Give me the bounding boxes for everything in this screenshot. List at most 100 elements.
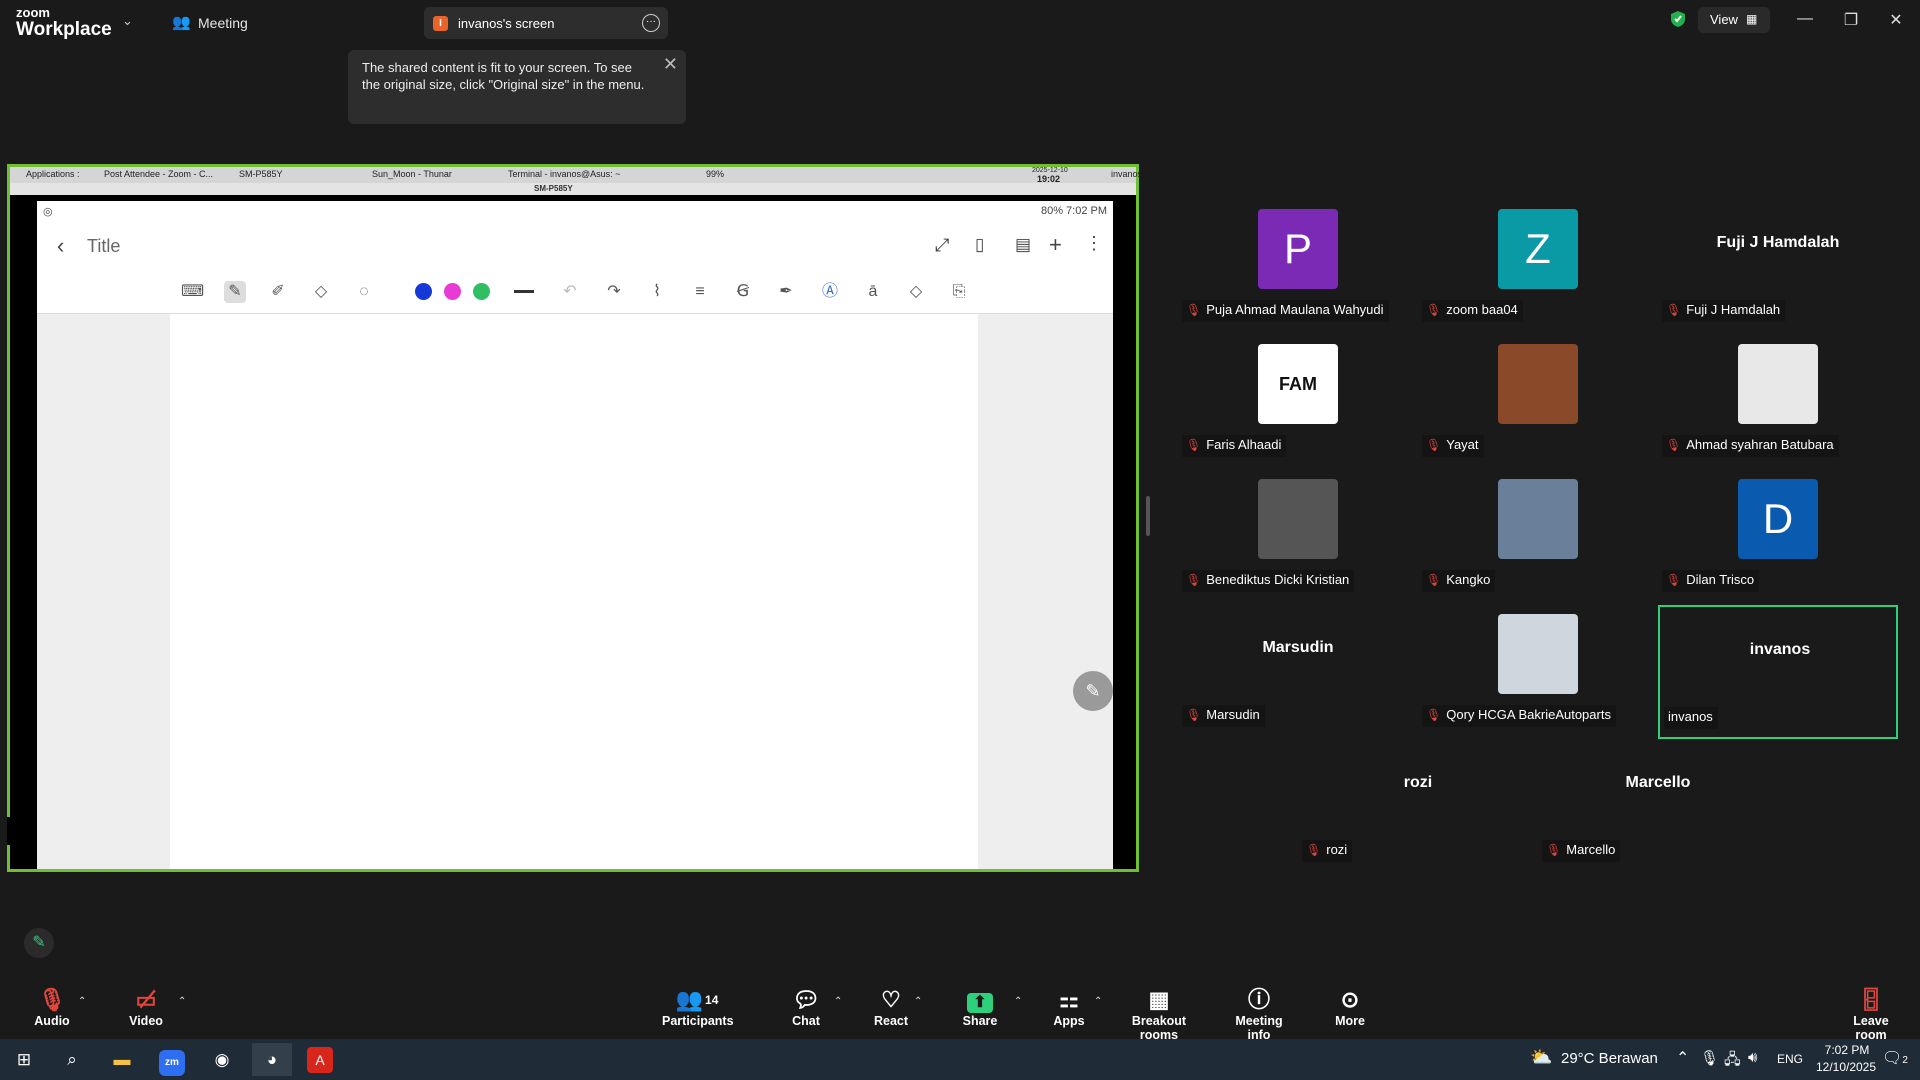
share-caret-icon[interactable]: ⌃ <box>1014 996 1022 1007</box>
more-button[interactable]: ⊙ More <box>1334 986 1366 1028</box>
annotate-pen-icon[interactable]: ✎ <box>24 928 54 958</box>
title-bar: zoom Workplace ⌄ 👥 Meeting I invanos's s… <box>0 0 1920 44</box>
remote-date: 2025-12-10 <box>1032 167 1068 174</box>
file-explorer-icon[interactable]: ▬ <box>102 1043 142 1076</box>
add-icon[interactable]: + <box>1049 232 1062 258</box>
more-options-icon[interactable]: ··· <box>642 14 660 32</box>
participant-tile[interactable]: 🎙︎ Qory HCGA BakrieAutoparts <box>1418 605 1658 739</box>
clock-date[interactable]: 12/10/2025 <box>1806 1060 1886 1074</box>
video-caret-icon[interactable]: ⌃ <box>178 996 186 1007</box>
windows-start-icon[interactable]: ⊞ <box>4 1043 44 1076</box>
clock-time[interactable]: 7:02 PM <box>1814 1043 1880 1057</box>
security-shield-icon[interactable] <box>1670 10 1686 28</box>
pen-icon[interactable]: ✎ <box>224 281 246 303</box>
color-blue[interactable] <box>412 281 434 303</box>
participant-name: invanos <box>1668 709 1713 724</box>
resize-handle[interactable] <box>1146 496 1150 536</box>
breakout-grid-icon: ▦ <box>1148 987 1170 1012</box>
restore-icon[interactable]: ❐ <box>1836 10 1866 30</box>
participant-tile[interactable]: rozi 🎙︎ rozi <box>1298 740 1538 874</box>
participant-name: zoom baa04 <box>1446 302 1518 317</box>
stroke-width-icon[interactable] <box>513 281 535 303</box>
participants-button[interactable]: 👥 14 Participants <box>662 986 734 1028</box>
text-convert-icon[interactable]: Ꞡ <box>732 281 754 303</box>
note-title[interactable]: Title <box>87 236 120 257</box>
page-icon[interactable]: ▤ <box>1015 235 1031 255</box>
participant-tile[interactable]: D 🎙︎ Dilan Trisco <box>1658 470 1898 604</box>
react-heart-icon: ♡ <box>881 987 901 1012</box>
apps-button[interactable]: ⚏ Apps <box>1052 986 1086 1028</box>
color-green[interactable] <box>470 281 492 303</box>
participant-tile[interactable]: 🎙︎ Ahmad syahran Batubara <box>1658 335 1898 469</box>
more-vertical-icon[interactable]: ⋮ <box>1085 233 1103 254</box>
note-header: ‹ Title ⤢ ▯ ▤ + ⋮ <box>37 223 1113 271</box>
chevron-down-icon[interactable]: ⌄ <box>122 13 133 29</box>
participant-tile[interactable]: invanos invanos <box>1658 605 1898 739</box>
eraser-icon[interactable]: ◇ <box>310 281 332 303</box>
network-icon[interactable]: 🖧︎ <box>1724 1049 1741 1074</box>
search-icon[interactable]: ⌕ <box>52 1043 92 1076</box>
back-icon[interactable]: ‹ <box>57 233 64 259</box>
redo-icon[interactable]: ↷ <box>603 281 625 303</box>
react-caret-icon[interactable]: ⌃ <box>914 996 922 1007</box>
color-pink[interactable] <box>441 281 463 303</box>
participant-tile[interactable]: 🎙︎ Yayat <box>1418 335 1658 469</box>
participant-tile[interactable]: Marsudin 🎙︎ Marsudin <box>1178 605 1418 739</box>
notification-icon[interactable]: 🗨︎2 <box>1882 1048 1908 1068</box>
close-icon[interactable]: ✕ <box>1881 10 1911 30</box>
edit-pen-fab[interactable]: ✎ <box>1073 671 1113 711</box>
participant-tile[interactable]: Z 🎙︎ zoom baa04 <box>1418 200 1658 334</box>
text-box-icon[interactable]: ā <box>862 281 884 303</box>
mic-tray-icon[interactable]: 🎙︎ <box>1700 1049 1719 1067</box>
book-icon[interactable]: ▯ <box>975 235 984 255</box>
lasso-icon[interactable]: ◌ <box>353 281 375 303</box>
chat-caret-icon[interactable]: ⌃ <box>834 996 842 1007</box>
expand-icon[interactable]: ⤢ <box>935 235 949 256</box>
tray-chevron-icon[interactable]: ⌃ <box>1676 1048 1689 1068</box>
participant-tile[interactable]: FAM 🎙︎ Faris Alhaadi <box>1178 335 1418 469</box>
participant-tile[interactable]: 🎙︎ Kangko <box>1418 470 1658 604</box>
fill-pen-icon[interactable]: ✒ <box>775 281 797 303</box>
note-canvas[interactable] <box>170 314 978 869</box>
breakout-rooms-button[interactable]: ▦ Breakout rooms <box>1116 986 1202 1042</box>
align-icon[interactable]: ≡ <box>689 281 711 303</box>
weather-text[interactable]: 29°C Berawan <box>1561 1050 1658 1067</box>
apps-caret-icon[interactable]: ⌃ <box>1094 996 1102 1007</box>
audio-button[interactable]: 🎙︎ Audio <box>30 986 74 1028</box>
chat-button[interactable]: 💬︎ Chat <box>788 986 824 1028</box>
muted-mic-icon: 🎙︎ <box>1426 303 1442 317</box>
weather-icon[interactable]: ⛅ <box>1530 1047 1552 1068</box>
volume-icon[interactable]: 🔊︎ <box>1748 1049 1757 1066</box>
language-indicator[interactable]: ENG <box>1777 1052 1803 1066</box>
keyboard-icon[interactable]: ⌨ <box>181 281 204 303</box>
paste-icon[interactable]: ⎘ <box>948 281 970 303</box>
obs-icon[interactable]: ◉ <box>202 1043 242 1076</box>
zoom-app-icon[interactable]: zm <box>152 1043 192 1076</box>
close-icon[interactable]: ✕ <box>663 54 678 75</box>
chrome-icon[interactable]: ◕ <box>252 1043 292 1076</box>
react-button[interactable]: ♡ React <box>872 986 910 1028</box>
participant-tile[interactable]: Marcello 🎙︎ Marcello <box>1538 740 1778 874</box>
meeting-label[interactable]: Meeting <box>198 15 248 31</box>
participant-tile[interactable]: Fuji J Hamdalah 🎙︎ Fuji J Hamdalah <box>1658 200 1898 334</box>
shapes-icon[interactable]: ◇ <box>905 281 927 303</box>
participant-name-tag: 🎙︎ Ahmad syahran Batubara <box>1662 435 1839 457</box>
audio-caret-icon[interactable]: ⌃ <box>78 996 86 1007</box>
share-tab[interactable]: I invanos's screen ··· <box>424 7 668 39</box>
meeting-info-button[interactable]: ⓘ Meeting info <box>1224 986 1294 1042</box>
view-button[interactable]: View ▦ <box>1698 7 1770 33</box>
undo-icon[interactable]: ↶ <box>559 281 581 303</box>
participant-name-tag: 🎙︎ Marsudin <box>1182 705 1265 727</box>
participant-avatar: FAM <box>1258 344 1338 424</box>
ai-icon[interactable]: Ⓐ <box>819 281 841 303</box>
video-button[interactable]: ▭̸ Video <box>124 986 168 1028</box>
shape-pen-icon[interactable]: ⌇ <box>646 281 668 303</box>
acrobat-icon[interactable]: A <box>300 1043 340 1076</box>
highlighter-icon[interactable]: ✐ <box>267 281 289 303</box>
share-button[interactable]: ⬆ Share <box>960 986 1000 1028</box>
participant-tile[interactable]: 🎙︎ Benediktus Dicki Kristian <box>1178 470 1418 604</box>
remote-taskbar-item: SM-P585Y <box>239 169 283 179</box>
leave-room-button[interactable]: 🚪︎ Leave room <box>1838 986 1904 1042</box>
minimize-icon[interactable]: — <box>1790 10 1820 28</box>
participant-tile[interactable]: P 🎙︎ Puja Ahmad Maulana Wahyudi <box>1178 200 1418 334</box>
